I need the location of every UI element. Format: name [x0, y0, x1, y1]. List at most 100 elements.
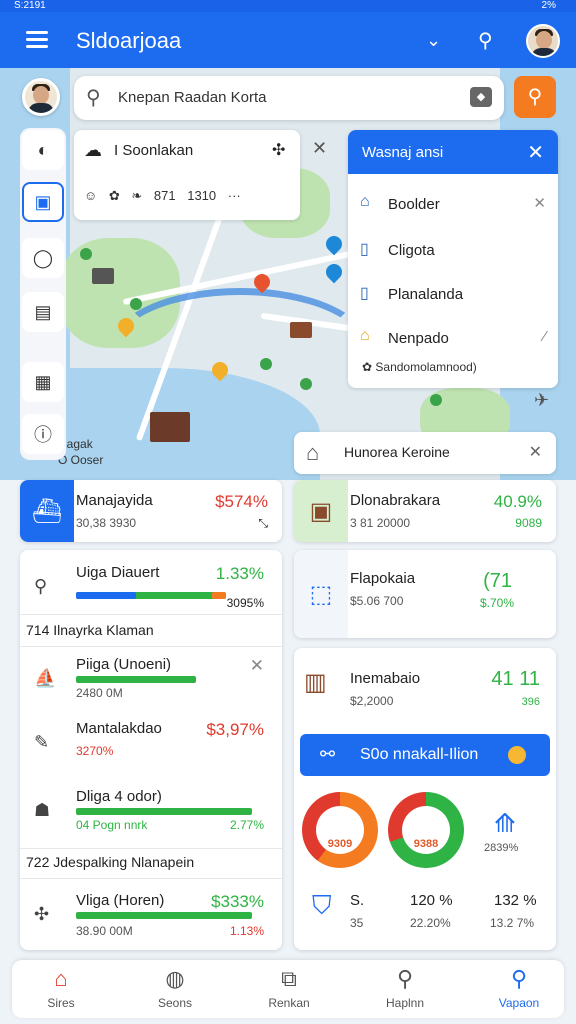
manager-item[interactable]: ▯ Cligota [348, 228, 558, 272]
list-item-value: $333% [211, 892, 264, 911]
list-item[interactable]: ⚲ Uiga Diauert 1.33% 3095% [20, 558, 282, 618]
manager-item[interactable]: ⌂ Boolder ✕ [348, 182, 558, 226]
nav-item-vapaon[interactable]: ⚲ Vapaon [474, 966, 564, 1010]
info-icon[interactable]: ⓘ [22, 414, 64, 454]
nav-item-haplnn[interactable]: ⚲ Haplnn [360, 966, 450, 1010]
nav-label: Vapaon [498, 996, 540, 1010]
donut-chart: 9388 [388, 792, 464, 868]
close-icon[interactable]: ✕ [533, 194, 546, 212]
document-icon[interactable]: ▤ [22, 292, 64, 332]
list-item[interactable]: ☗ Dliga 4 odor) 04 Pogn nnrk 2.77% [20, 782, 282, 842]
page-icon: ▯ [360, 285, 369, 302]
stat-sub: $2,2000 [350, 694, 394, 708]
nav-label: Sires [47, 996, 75, 1010]
stat-value-2: 9089 [515, 516, 542, 530]
stat-card[interactable]: ⬚ Flapokaia $5.06 700 (71 $.70% [294, 550, 556, 638]
nav-label: Seons [157, 996, 193, 1010]
donut-chart: 9309 [302, 792, 378, 868]
donut-label: 9388 [413, 838, 439, 850]
manager-item-label: Cligota [388, 242, 435, 259]
list-item[interactable]: ✣ Vliga (Horen) 38.90 00M $333% 1.13% [20, 886, 282, 946]
building-icon: ▥ [304, 669, 327, 696]
list-item-value: 1.33% [215, 564, 264, 583]
manager-item[interactable]: ⌂ Nenpado ⁄ [348, 316, 558, 360]
manager-item[interactable]: ▯ Planalanda [348, 272, 558, 316]
chevron-icon: ⁄ [543, 328, 546, 345]
menu-icon[interactable] [26, 31, 48, 49]
list-item[interactable]: ✎ Mantalakdao 3270% $3,97% [20, 714, 282, 774]
home-icon: ⌂ [54, 966, 68, 991]
donut-label: 9309 [327, 838, 353, 850]
progress-bar-secondary [76, 592, 136, 599]
stat-title: Manajayida [76, 492, 153, 509]
robot-icon: ☗ [34, 800, 51, 820]
app-title: Sldoarjoaa [76, 28, 182, 53]
stat-value: (71 [483, 570, 512, 592]
search-bar[interactable]: ⚲ Knepan Raadan Korta ◆ [74, 76, 504, 120]
stat-card[interactable]: ⛴ Manajayida 30,38 3930 $574% ⤡ [20, 480, 282, 542]
manager-panel: Wasnaj ansi ✕ ⌂ Boolder ✕ ▯ Cligota ▯ Pl… [348, 130, 558, 388]
list-item-value-2: 3095% [226, 596, 264, 610]
list-item[interactable]: ⛵ Piiga (Unoeni) 2480 0M ✕ [20, 650, 282, 710]
brain-icon: ☁ [84, 140, 102, 160]
ship-icon: ⛵ [34, 668, 57, 688]
list-item-title: Piiga (Unoeni) [76, 656, 172, 673]
close-icon[interactable]: ✕ [527, 140, 544, 165]
box-icon: ▣ [294, 480, 348, 542]
nav-item-seons[interactable]: ◍ Seons [130, 966, 220, 1010]
close-icon[interactable]: ✕ [529, 442, 542, 462]
search-icon: ⚲ [34, 576, 48, 596]
manager-item-label: Nenpado [388, 330, 449, 347]
jar-icon: ⛉ [312, 890, 332, 920]
stat-title: Dlonabrakara [350, 492, 441, 509]
list-item-value-2: 1.13% [229, 924, 264, 938]
list-item-sub: 2480 0M [76, 686, 123, 700]
stat-value-2: $.70% [479, 596, 514, 610]
app-bar: Sldoarjoaa ⌄ ⚲ [0, 12, 576, 68]
action-button[interactable]: ⚯ S0o nnakall-Ilion [300, 734, 550, 776]
bottom-nav: ⌂ Sires ◍ Seons ⧉ Renkan ⚲ Haplnn ⚲ Vapaon [12, 960, 564, 1018]
list-section-title: 714 Ilnayrka Klaman [26, 622, 154, 638]
popup-meta-text: 871 1310 ··· [153, 188, 241, 203]
popup-meta: ☺ ✿ ❧ 871 1310 ··· [84, 188, 241, 203]
list-item-sub: 38.90 00M [76, 924, 133, 938]
list-section-title: 722 Jdespalking Nlanapein [26, 854, 195, 870]
nav-item-renkan[interactable]: ⧉ Renkan [244, 966, 334, 1010]
nav-item-sires[interactable]: ⌂ Sires [16, 966, 106, 1010]
section-header-title: Hunorea Keroine [344, 444, 450, 460]
home-icon: ⌂ [306, 440, 320, 465]
progress-bar-tertiary [212, 592, 226, 599]
summary-value: 120 % [410, 892, 453, 909]
chat-icon[interactable]: ◯ [22, 238, 64, 278]
edit-icon: ⧉ [281, 966, 297, 991]
chart-icon: ⟰ [494, 808, 516, 838]
progress-bar [76, 912, 252, 919]
data-list: ⚲ Uiga Diauert 1.33% 3095% 714 Ilnayrka … [20, 550, 282, 950]
compass-icon[interactable]: ✈ [534, 390, 549, 411]
edit-icon: ✎ [34, 732, 50, 752]
avatar[interactable] [526, 24, 560, 58]
expand-icon[interactable]: ⤡ [258, 516, 268, 531]
manager-item-label: Boolder [388, 196, 440, 213]
user-location-button[interactable]: ⚲ [514, 76, 556, 118]
clipboard-icon[interactable]: ▣ [22, 182, 64, 222]
manager-item-label: Planalanda [388, 286, 464, 303]
layers-icon[interactable]: ◐ [22, 130, 64, 170]
location-pin-icon[interactable]: ⚲ [478, 28, 493, 53]
ship-icon: ⛴ [20, 480, 74, 542]
calendar-icon[interactable]: ▦ [22, 362, 64, 402]
profile-avatar[interactable] [22, 78, 60, 116]
place-popup: ☁ I Soonlakan ✣ ✕ ☺ ✿ ❧ 871 1310 ··· [74, 130, 327, 220]
chevron-down-icon[interactable]: ⌄ [426, 30, 441, 51]
navigation-icon[interactable]: ◆ [470, 87, 492, 107]
search-input[interactable]: Knepan Raadan Korta [118, 89, 266, 106]
tag-icon: ⬚ [294, 550, 348, 638]
close-icon[interactable]: ✕ [250, 656, 264, 676]
status-bar: S:2191 2% [0, 0, 576, 12]
chart-icon: ⚲ [396, 966, 414, 991]
stat-card[interactable]: ▣ Dlonabrakara 3 81 20000 40.9% 9089 [294, 480, 556, 542]
manager-header: Wasnaj ansi ✕ [348, 130, 558, 174]
list-item-value: $3,97% [206, 720, 264, 739]
puzzle-icon[interactable]: ✣ [272, 140, 285, 160]
close-icon[interactable]: ✕ [312, 138, 327, 159]
